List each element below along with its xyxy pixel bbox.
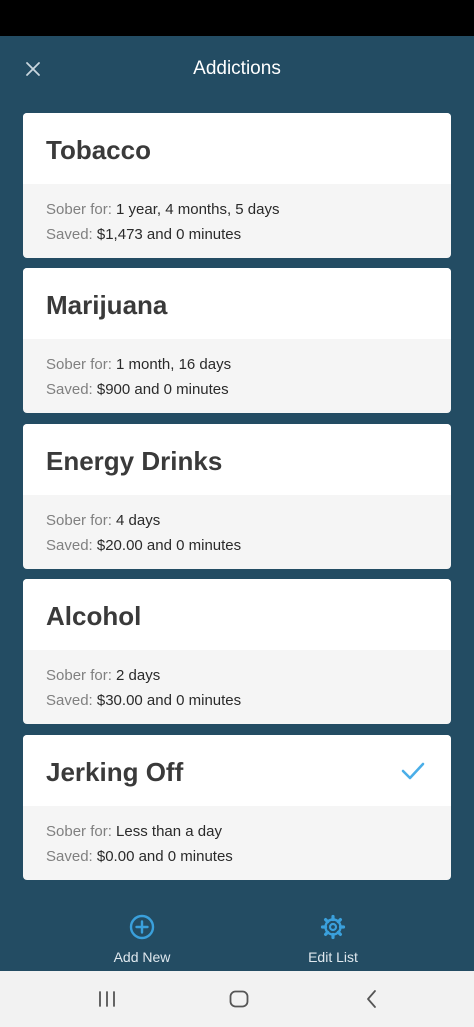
edit-list-button[interactable]: Edit List	[263, 913, 403, 965]
card-header: Alcohol	[23, 579, 451, 650]
saved-line: Saved: $900 and 0 minutes	[46, 377, 451, 402]
saved-value: $30.00 and 0 minutes	[96, 692, 242, 709]
sober-for-value: 1 month, 16 days	[116, 356, 232, 373]
back-button[interactable]	[352, 985, 392, 1013]
add-new-button[interactable]: Add New	[72, 913, 212, 965]
header: Addictions	[0, 36, 474, 108]
addiction-card-marijuana[interactable]: Marijuana Sober for: 1 month, 16 days Sa…	[23, 268, 451, 413]
bottom-actions: Add New Edit List	[0, 905, 474, 971]
saved-value: $20.00 and 0 minutes	[96, 537, 242, 554]
saved-line: Saved: $30.00 and 0 minutes	[46, 688, 451, 713]
sober-for-line: Sober for: Less than a day	[46, 819, 451, 844]
addiction-card-tobacco[interactable]: Tobacco Sober for: 1 year, 4 months, 5 d…	[23, 113, 451, 258]
addiction-name: Energy Drinks	[46, 446, 223, 476]
saved-line: Saved: $0.00 and 0 minutes	[46, 844, 451, 869]
card-details: Sober for: 1 year, 4 months, 5 days Save…	[23, 184, 451, 247]
addiction-name: Alcohol	[46, 601, 142, 631]
sober-for-label: Sober for:	[46, 667, 112, 684]
checkmark-icon	[401, 762, 425, 780]
saved-value: $900 and 0 minutes	[96, 381, 229, 398]
addiction-card-energy-drinks[interactable]: Energy Drinks Sober for: 4 days Saved: $…	[23, 424, 451, 569]
sober-for-value: 4 days	[116, 512, 161, 529]
card-header: Energy Drinks	[23, 424, 451, 495]
saved-value: $0.00 and 0 minutes	[96, 848, 233, 865]
sober-for-line: Sober for: 4 days	[46, 508, 451, 533]
sober-for-label: Sober for:	[46, 201, 112, 218]
sober-for-label: Sober for:	[46, 512, 112, 529]
sober-for-value: Less than a day	[116, 823, 222, 840]
recent-apps-icon	[99, 991, 115, 1007]
sober-for-line: Sober for: 1 month, 16 days	[46, 352, 451, 377]
saved-label: Saved:	[46, 692, 93, 709]
addiction-name: Marijuana	[46, 290, 168, 320]
sober-for-line: Sober for: 1 year, 4 months, 5 days	[46, 197, 451, 222]
card-details: Sober for: 2 days Saved: $30.00 and 0 mi…	[23, 650, 451, 713]
gear-icon	[320, 914, 346, 940]
sober-for-label: Sober for:	[46, 823, 112, 840]
card-header: Jerking Off	[23, 735, 451, 806]
card-details: Sober for: 1 month, 16 days Saved: $900 …	[23, 339, 451, 402]
add-circle-icon	[129, 914, 155, 940]
card-details: Sober for: Less than a day Saved: $0.00 …	[23, 806, 451, 869]
saved-label: Saved:	[46, 381, 93, 398]
add-new-label: Add New	[113, 949, 171, 965]
saved-line: Saved: $20.00 and 0 minutes	[46, 533, 451, 558]
saved-label: Saved:	[46, 848, 93, 865]
addiction-name: Jerking Off	[46, 757, 184, 787]
saved-line: Saved: $1,473 and 0 minutes	[46, 222, 451, 247]
sober-for-line: Sober for: 2 days	[46, 663, 451, 688]
card-details: Sober for: 4 days Saved: $20.00 and 0 mi…	[23, 495, 451, 558]
card-header: Marijuana	[23, 268, 451, 339]
saved-value: $1,473 and 0 minutes	[96, 226, 242, 243]
edit-list-label: Edit List	[308, 949, 358, 965]
saved-label: Saved:	[46, 537, 93, 554]
home-icon	[229, 990, 249, 1008]
addiction-card-jerking-off[interactable]: Jerking Off Sober for: Less than a day S…	[23, 735, 451, 880]
addiction-card-alcohol[interactable]: Alcohol Sober for: 2 days Saved: $30.00 …	[23, 579, 451, 724]
sober-for-label: Sober for:	[46, 356, 112, 373]
saved-label: Saved:	[46, 226, 93, 243]
home-button[interactable]	[219, 985, 259, 1013]
sober-for-value: 2 days	[116, 667, 161, 684]
sober-for-value: 1 year, 4 months, 5 days	[116, 201, 280, 218]
recent-apps-button[interactable]	[87, 985, 127, 1013]
addiction-name: Tobacco	[46, 135, 151, 165]
page-title: Addictions	[193, 58, 281, 79]
status-bar	[0, 0, 474, 36]
card-header: Tobacco	[23, 113, 451, 184]
system-nav-bar	[0, 971, 474, 1027]
back-icon	[367, 990, 376, 1008]
